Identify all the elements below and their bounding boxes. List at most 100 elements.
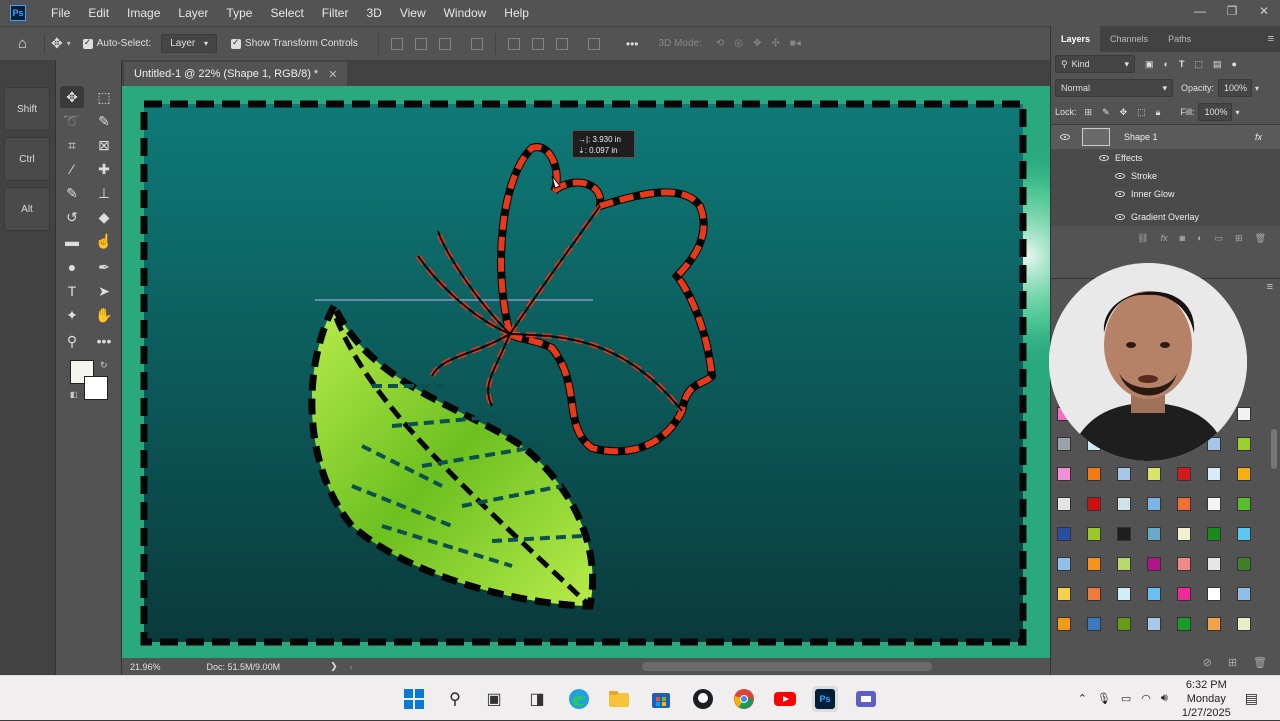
auto-select-checkbox[interactable]: Auto-Select: xyxy=(82,37,151,49)
tab-channels[interactable]: Channels xyxy=(1100,34,1158,44)
color-swatch[interactable] xyxy=(1237,497,1251,511)
hand-tool-icon[interactable]: ✋ xyxy=(92,304,116,326)
menu-help[interactable]: Help xyxy=(495,6,538,20)
shift-key-button[interactable]: Shift xyxy=(4,87,50,131)
align-right-icon[interactable] xyxy=(438,37,451,50)
align-center-icon[interactable] xyxy=(414,37,427,50)
default-colors-icon[interactable]: ◧ xyxy=(70,390,78,399)
edge-browser-icon[interactable] xyxy=(566,686,592,712)
delete-layer-icon[interactable]: 🗑︎ xyxy=(1255,233,1266,244)
color-swatch[interactable] xyxy=(1117,497,1131,511)
move-tool-icon[interactable]: ✥ xyxy=(60,86,84,108)
lock-all-icon[interactable]: 🔒︎ xyxy=(1156,107,1161,118)
menu-layer[interactable]: Layer xyxy=(169,6,217,20)
minimize-button[interactable]: — xyxy=(1184,0,1216,22)
color-swatch[interactable] xyxy=(1147,587,1161,601)
effect-inner-glow-row[interactable]: Inner Glow xyxy=(1051,185,1280,203)
color-swatch[interactable] xyxy=(1177,587,1191,601)
filter-smart-object-icon[interactable]: ▤ xyxy=(1213,59,1222,70)
chevron-down-icon[interactable]: ▾ xyxy=(1235,108,1239,117)
color-swatch[interactable] xyxy=(1237,557,1251,571)
3d-orbit-icon[interactable]: ⟲ xyxy=(716,38,724,49)
effect-gradient-overlay-row[interactable]: Gradient Overlay xyxy=(1051,208,1280,226)
close-button[interactable]: ✕ xyxy=(1248,0,1280,22)
gradient-tool-icon[interactable]: ▬ xyxy=(60,230,84,252)
color-swatch[interactable] xyxy=(1087,467,1101,481)
lock-artboard-icon[interactable]: ⬚ xyxy=(1137,107,1146,118)
photoshop-taskbar-icon[interactable]: Ps xyxy=(812,686,838,712)
background-color-swatch[interactable] xyxy=(84,376,108,400)
task-view-icon[interactable]: ▣ xyxy=(481,686,507,712)
crop-tool-icon[interactable]: ⌗ xyxy=(60,134,84,156)
color-swatch[interactable] xyxy=(1117,617,1131,631)
color-swatch[interactable] xyxy=(1207,587,1221,601)
3d-slide-icon[interactable]: ✣ xyxy=(771,38,779,49)
home-icon[interactable]: ⌂ xyxy=(18,35,38,52)
layer-row-shape-1[interactable]: Shape 1 fx xyxy=(1051,125,1280,149)
menu-view[interactable]: View xyxy=(391,6,435,20)
new-layer-icon[interactable]: ⊞ xyxy=(1235,233,1243,244)
fill-input[interactable]: 100% xyxy=(1198,103,1233,121)
align-left-icon[interactable] xyxy=(390,37,403,50)
history-brush-tool-icon[interactable]: ↺ xyxy=(60,206,84,228)
color-swatch[interactable] xyxy=(1177,527,1191,541)
filter-type-icon[interactable]: T xyxy=(1179,59,1185,69)
filter-toggle-icon[interactable]: ● xyxy=(1231,59,1236,69)
github-icon[interactable] xyxy=(690,686,716,712)
auto-select-target-dropdown[interactable]: Layer ▾ xyxy=(161,34,218,53)
volume-icon[interactable]: 🔊︎ xyxy=(1161,692,1168,705)
dodge-tool-icon[interactable]: ● xyxy=(60,256,84,278)
type-tool-icon[interactable]: T xyxy=(60,280,84,302)
color-swatch[interactable] xyxy=(1237,407,1251,421)
color-swatch[interactable] xyxy=(1237,467,1251,481)
effect-stroke-row[interactable]: Stroke xyxy=(1051,167,1280,185)
zoom-tool-icon[interactable]: ⚲ xyxy=(60,330,84,352)
color-swatch[interactable] xyxy=(1057,467,1071,481)
color-swatch[interactable] xyxy=(1117,527,1131,541)
color-swatch[interactable] xyxy=(1207,557,1221,571)
move-tool-icon[interactable]: ✥ xyxy=(51,35,63,52)
lock-position-icon[interactable]: ✥ xyxy=(1120,107,1128,118)
blend-mode-dropdown[interactable]: Normal ▾ xyxy=(1055,79,1173,97)
color-swatch[interactable] xyxy=(1057,497,1071,511)
color-swatch[interactable] xyxy=(1147,617,1161,631)
store-icon[interactable] xyxy=(648,686,674,712)
more-options-button[interactable]: ••• xyxy=(626,37,639,51)
no-color-icon[interactable]: ⊘ xyxy=(1203,656,1212,669)
3d-scale-icon[interactable]: ■◂ xyxy=(790,38,801,49)
color-swatch[interactable] xyxy=(1237,437,1251,451)
color-swatch[interactable] xyxy=(1057,437,1071,451)
swap-colors-icon[interactable]: ↻ xyxy=(100,360,108,371)
windows-start-icon[interactable] xyxy=(401,686,427,712)
color-swatch[interactable] xyxy=(1177,617,1191,631)
color-swatch[interactable] xyxy=(1177,557,1191,571)
alt-key-button[interactable]: Alt xyxy=(4,187,50,231)
color-swatch[interactable] xyxy=(1207,527,1221,541)
color-swatch[interactable] xyxy=(1057,527,1071,541)
add-style-icon[interactable]: fx xyxy=(1161,233,1168,243)
brush-tool-icon[interactable]: ✎ xyxy=(60,182,84,204)
chevron-up-icon[interactable]: ⌃ xyxy=(1078,692,1087,705)
lock-pixels-icon[interactable]: ✎ xyxy=(1102,107,1110,118)
lock-transparent-icon[interactable]: ⊞ xyxy=(1085,107,1093,118)
file-explorer-icon[interactable] xyxy=(606,686,632,712)
new-group-icon[interactable]: ▭ xyxy=(1215,233,1224,244)
menu-edit[interactable]: Edit xyxy=(79,6,118,20)
visibility-eye-icon[interactable] xyxy=(1115,173,1125,179)
quick-select-tool-icon[interactable]: ✎ xyxy=(92,110,116,132)
search-icon[interactable]: ⚲ xyxy=(442,686,468,712)
chevron-down-icon[interactable]: ▾ xyxy=(1255,84,1259,93)
visibility-eye-icon[interactable] xyxy=(1060,134,1070,140)
color-swatch[interactable] xyxy=(1147,557,1161,571)
notification-icon[interactable]: ▤ xyxy=(1245,690,1258,707)
restore-button[interactable]: ❐ xyxy=(1216,0,1248,22)
status-menu-arrow[interactable]: ❯ xyxy=(330,661,338,672)
swatches-scrollbar[interactable] xyxy=(1271,429,1277,469)
color-swatch[interactable] xyxy=(1207,617,1221,631)
marquee-tool-icon[interactable]: ⬚ xyxy=(92,86,116,108)
align-bottom-icon[interactable] xyxy=(555,37,568,50)
chrome-icon[interactable] xyxy=(731,686,757,712)
wifi-icon[interactable]: ◠ xyxy=(1141,692,1151,705)
tab-paths[interactable]: Paths xyxy=(1158,34,1201,44)
horizontal-scrollbar[interactable] xyxy=(642,662,932,671)
